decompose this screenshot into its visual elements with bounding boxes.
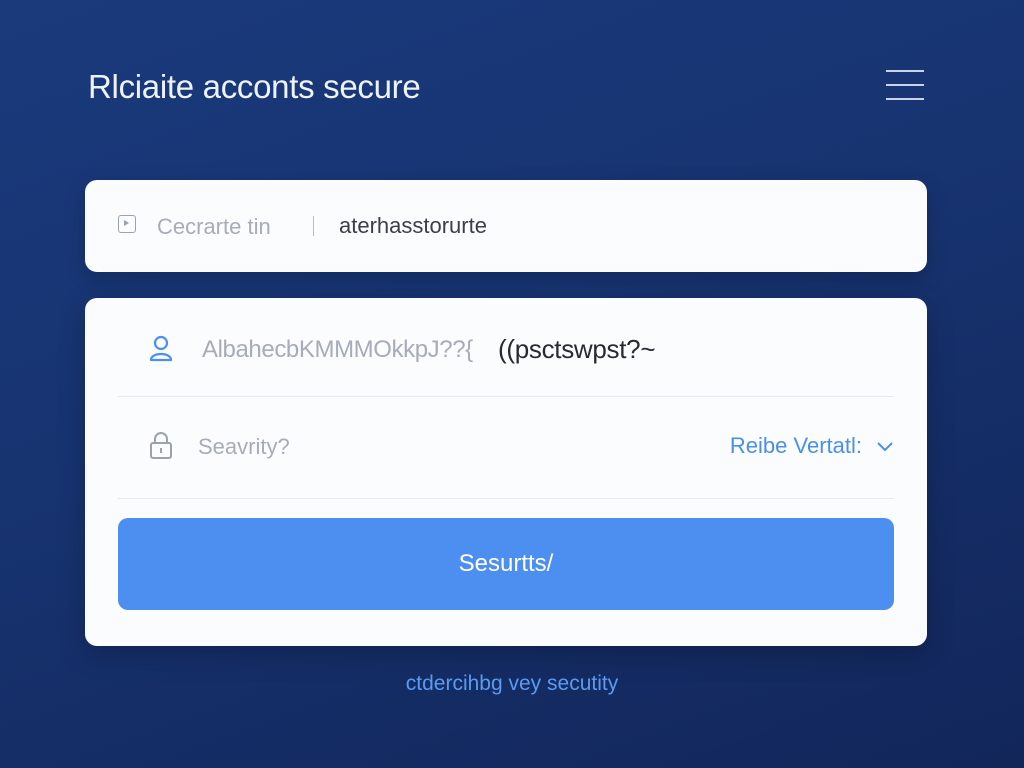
chevron-down-icon: [877, 442, 893, 452]
verification-select[interactable]: Reibe Vertatl:: [730, 426, 894, 466]
page-title: Rlciaite acconts secure: [88, 68, 421, 105]
menu-button[interactable]: [886, 70, 924, 102]
security-field: Seavrity? Reibe Vertatl:: [118, 396, 894, 499]
password-field[interactable]: AlbahecbKMMMOkkpJ??{ ((psctswpst?~: [118, 298, 894, 397]
top-field-label: Cecrarte tin: [157, 214, 271, 239]
field-divider: [313, 216, 314, 236]
security-label: Seavrity?: [198, 434, 290, 459]
play-square-icon: [118, 215, 136, 233]
menu-icon-line-bottom: [886, 98, 924, 100]
password-placeholder: AlbahecbKMMMOkkpJ??{: [202, 336, 473, 363]
lock-icon: [150, 432, 172, 459]
password-value: ((psctswpst?~: [498, 334, 656, 364]
hamburger-menu-icon: [886, 70, 924, 72]
user-icon: [149, 335, 173, 362]
submit-button[interactable]: Sesurtts/: [118, 518, 894, 610]
top-field-card: Cecrarte tin: [85, 180, 927, 272]
verification-selected-option: Reibe Vertatl:: [729, 433, 862, 458]
footer-link[interactable]: ctdercihbg vey secutity: [0, 672, 1024, 696]
security-form-card: AlbahecbKMMMOkkpJ??{ ((psctswpst?~ Seavr…: [85, 298, 927, 646]
top-field-input[interactable]: [339, 213, 899, 239]
menu-icon-line-middle: [886, 84, 924, 86]
